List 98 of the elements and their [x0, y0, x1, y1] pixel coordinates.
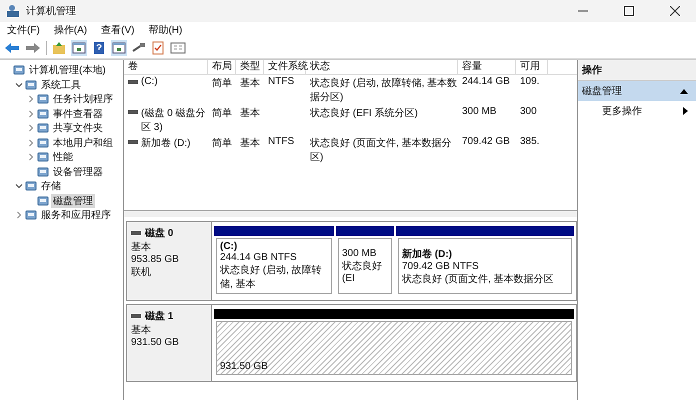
tree-item[interactable]: 设备管理器	[51, 164, 105, 179]
menu-item[interactable]: 查看(V)	[101, 23, 134, 37]
tree-item[interactable]: 系统工具	[39, 78, 83, 92]
volume-icon	[128, 80, 138, 84]
node-icon	[37, 166, 49, 178]
forward-arrow-icon[interactable]	[25, 42, 41, 54]
disk-info-panel[interactable]: 磁盘 0 基本 953.85 GB 联机	[127, 222, 212, 300]
disk-size: 953.85 GB	[131, 254, 180, 265]
tree-item[interactable]: 共享文件夹	[51, 121, 105, 136]
tree-item[interactable]: 存储	[39, 179, 63, 194]
submenu-arrow-icon	[683, 107, 688, 115]
maximize-icon[interactable]	[624, 6, 634, 16]
node-icon	[37, 136, 49, 149]
node-icon	[37, 151, 49, 164]
partition-label: 新加卷 (D:)	[402, 247, 453, 260]
disk-name: 磁盘 1	[145, 310, 174, 323]
partition-status: 状态良好 (EI	[342, 260, 383, 284]
back-arrow-icon[interactable]	[4, 42, 20, 54]
tree-item[interactable]: 磁盘管理	[51, 194, 95, 208]
table-cell-text: (磁盘 0 磁盘分区 3)	[141, 107, 206, 134]
table-cell: 300	[520, 106, 537, 117]
folder-up-icon[interactable]	[52, 41, 66, 55]
window-title: 计算机管理	[26, 4, 76, 18]
table-cell: NTFS	[268, 76, 294, 87]
disk-type: 基本	[131, 324, 152, 337]
actions-section[interactable]: 磁盘管理	[578, 81, 696, 101]
node-icon	[13, 64, 25, 76]
table-cell-text: 简单	[212, 76, 232, 90]
column-header[interactable]: 类型	[236, 60, 264, 74]
node-icon	[37, 108, 49, 120]
console-tree-icon[interactable]	[71, 40, 87, 56]
partition-size: 244.14 GB NTFS	[220, 252, 298, 263]
table-cell: NTFS	[268, 136, 294, 147]
table-cell-text: 新加卷 (D:)	[141, 136, 190, 150]
volume-icon	[128, 110, 138, 114]
chevron-down-icon[interactable]	[15, 80, 23, 89]
column-header[interactable]: 文件系统	[264, 60, 306, 74]
actions-header: 操作	[578, 60, 696, 81]
node-icon	[37, 122, 49, 134]
partition-size: 709.42 GB NTFS	[402, 260, 480, 272]
table-cell: 109.	[520, 76, 540, 87]
table-cell-text: 状态良好 (页面文件, 基本数据分区)	[310, 136, 453, 164]
chevron-right-icon[interactable]	[27, 138, 35, 147]
tree-item[interactable]: 事件查看器	[51, 106, 105, 121]
volume-icon	[128, 140, 138, 144]
table-cell-text: 基本	[240, 136, 260, 150]
node-icon	[25, 78, 37, 91]
properties-icon[interactable]	[170, 41, 186, 55]
table-cell: 244.14 GB	[462, 76, 510, 87]
collapse-icon[interactable]	[680, 88, 688, 94]
disk-type: 基本	[131, 240, 152, 254]
app-icon	[6, 4, 20, 18]
disk-name: 磁盘 0	[145, 226, 174, 240]
action-pane-icon[interactable]	[111, 40, 127, 56]
partition-status: 状态良好 (页面文件, 基本数据分区	[402, 272, 555, 286]
table-cell: 385.	[520, 136, 540, 147]
disk-status: 联机	[131, 266, 152, 279]
tree-item[interactable]: 任务计划程序	[51, 92, 115, 106]
table-cell: (C:)	[141, 76, 158, 87]
partition-status: 状态良好 (启动, 故障转储, 基本	[220, 264, 323, 291]
menu-item[interactable]: 文件(F)	[7, 23, 40, 37]
partition-label: (C:)	[220, 241, 238, 252]
chevron-right-icon[interactable]	[27, 110, 35, 118]
column-header[interactable]: 布局	[208, 60, 236, 74]
chevron-right-icon[interactable]	[27, 95, 35, 104]
disk-size: 931.50 GB	[131, 337, 180, 348]
table-cell: 300 MB	[462, 106, 496, 117]
partition-size: 300 MB	[342, 248, 378, 259]
help-icon[interactable]	[92, 41, 106, 55]
chevron-right-icon[interactable]	[27, 124, 35, 132]
node-icon	[25, 209, 37, 222]
chevron-down-icon[interactable]	[15, 182, 23, 190]
checklist-icon[interactable]	[151, 41, 165, 55]
column-header[interactable]: 可用	[516, 60, 548, 74]
partition-size: 931.50 GB	[220, 361, 269, 372]
close-icon[interactable]	[670, 6, 680, 16]
tree-item[interactable]: 计算机管理(本地)	[27, 63, 108, 78]
tree-item[interactable]: 服务和应用程序	[39, 208, 113, 222]
node-icon	[25, 180, 37, 192]
action-item[interactable]: 更多操作	[578, 101, 696, 121]
chevron-right-icon[interactable]	[27, 153, 35, 162]
table-cell-text: 状态良好 (启动, 故障转储, 基本数据分区)	[310, 76, 458, 104]
column-header[interactable]: 容量	[458, 60, 516, 74]
table-cell-text: 状态良好 (EFI 系统分区)	[310, 106, 418, 120]
chevron-right-icon[interactable]	[15, 211, 23, 220]
table-cell: 709.42 GB	[462, 136, 510, 147]
column-header[interactable]: 卷	[124, 60, 208, 74]
disk-info-panel[interactable]: 磁盘 1 基本 931.50 GB	[127, 305, 212, 381]
node-icon	[37, 194, 49, 207]
menu-item[interactable]: 帮助(H)	[148, 23, 182, 37]
node-icon	[37, 93, 49, 106]
table-cell-text: 简单	[212, 136, 232, 150]
tree-item[interactable]: 本地用户和组	[51, 136, 115, 150]
menu-item[interactable]: 操作(A)	[54, 23, 88, 37]
table-cell-text: 基本	[240, 76, 260, 90]
table-cell-text: 简单	[212, 106, 232, 120]
table-cell-text: 基本	[240, 106, 260, 120]
tree-item[interactable]: 性能	[51, 150, 75, 164]
